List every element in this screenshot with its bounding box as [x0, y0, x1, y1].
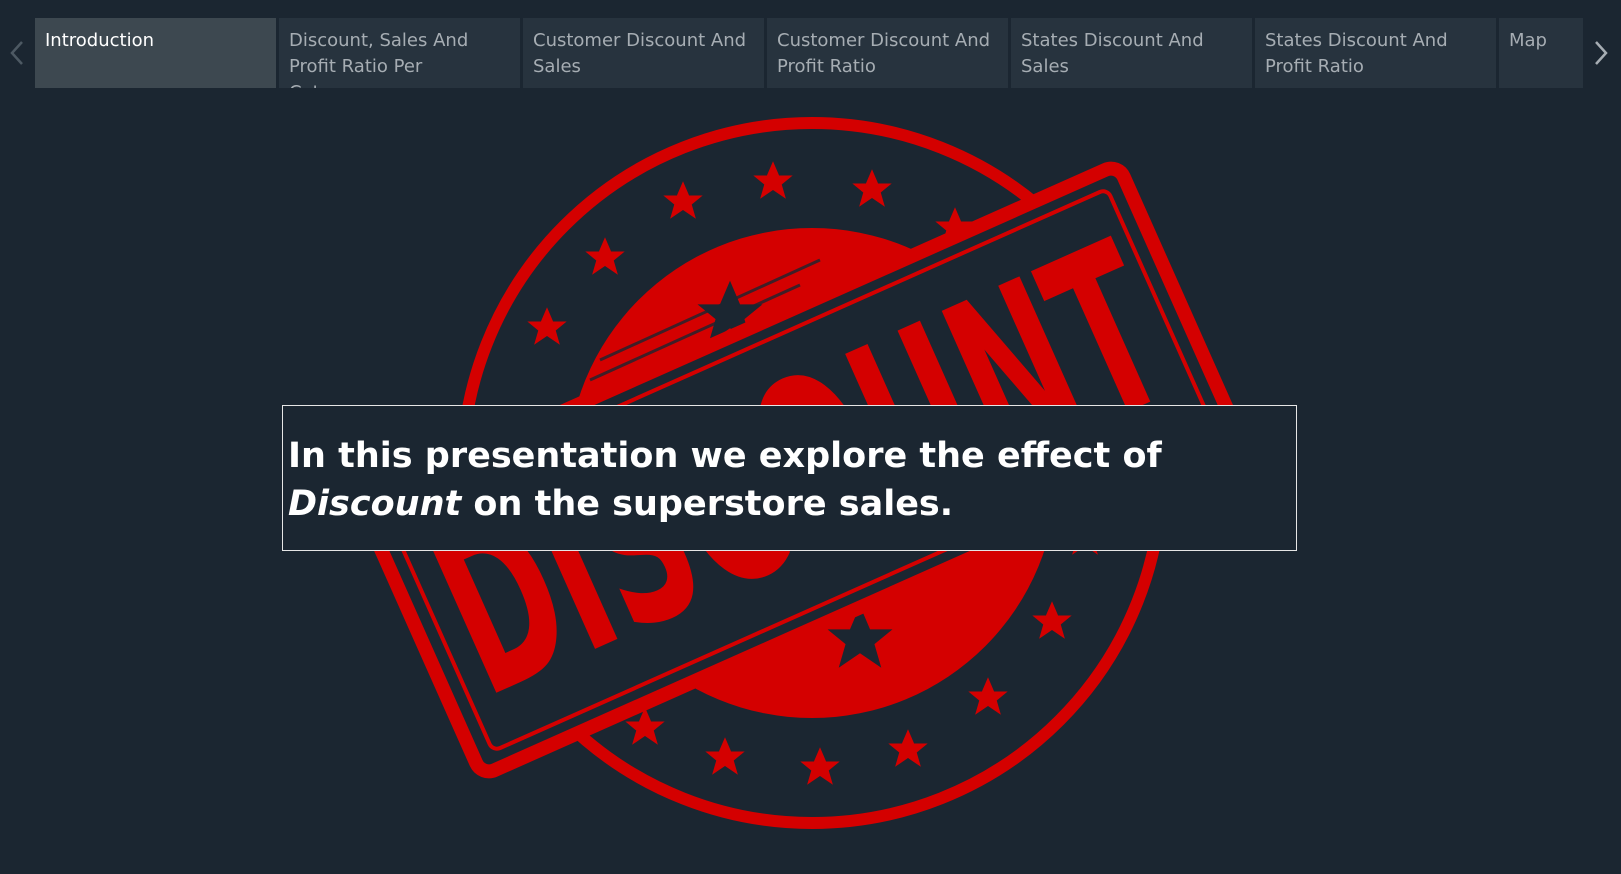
story-prev-button[interactable] [2, 18, 32, 88]
story-navigator: Introduction Discount, Sales And Profit … [35, 18, 1583, 88]
story-tab-customer-discount-sales[interactable]: Customer Discount And Sales [523, 18, 764, 88]
story-tab-map[interactable]: Map [1499, 18, 1583, 88]
chevron-left-icon [10, 41, 23, 65]
story-page: Introduction Discount, Sales And Profit … [0, 0, 1621, 874]
story-tab-states-discount-profit[interactable]: States Discount And Profit Ratio [1255, 18, 1496, 88]
caption-text-before: In this presentation we explore the effe… [288, 436, 1162, 476]
chevron-right-icon [1595, 41, 1608, 65]
story-tab-states-discount-sales[interactable]: States Discount And Sales [1011, 18, 1252, 88]
story-tab-customer-discount-profit[interactable]: Customer Discount And Profit Ratio [767, 18, 1008, 88]
story-next-button[interactable] [1586, 18, 1616, 88]
intro-caption: In this presentation we explore the effe… [282, 405, 1297, 551]
caption-emphasis: Discount [288, 484, 462, 524]
caption-text-after: on the superstore sales. [461, 484, 954, 524]
story-tab-introduction[interactable]: Introduction [35, 18, 276, 88]
story-tab-discount-sales-profit-category[interactable]: Discount, Sales And Profit Ratio Per Cat… [279, 18, 520, 88]
